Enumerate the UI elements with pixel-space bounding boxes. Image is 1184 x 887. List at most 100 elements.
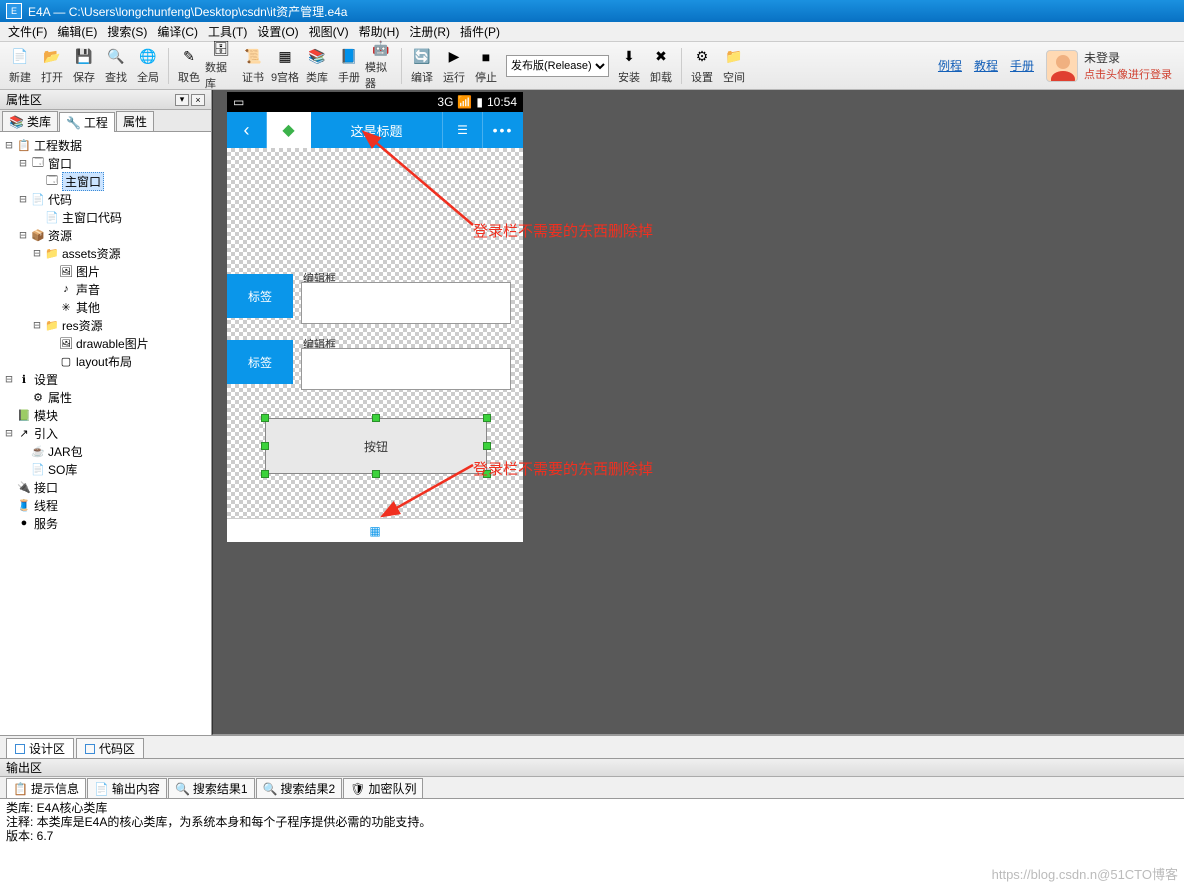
toolbar-打开[interactable]: 📂打开 (36, 44, 68, 88)
tree-node[interactable]: ⊟📄代码 (2, 190, 209, 208)
tab-icon: 🔍 (175, 782, 190, 796)
tree-node[interactable]: ▢layout布局 (2, 352, 209, 370)
menu-item[interactable]: 插件(P) (456, 21, 504, 42)
tree-node[interactable]: ⊟🗔窗口 (2, 154, 209, 172)
output-tab[interactable]: 🔍搜索结果2 (256, 778, 343, 798)
tree-node[interactable]: 🗔主窗口 (2, 172, 209, 190)
menu-item[interactable]: 文件(F) (4, 21, 51, 42)
menu-item[interactable]: 编译(C) (153, 21, 202, 42)
menu-item[interactable]: 工具(T) (204, 21, 251, 42)
nav-grid-icon[interactable]: ▦ (369, 524, 380, 538)
help-link[interactable]: 手册 (1010, 57, 1034, 74)
tree-icon: 🗔 (44, 174, 60, 188)
tree-node[interactable]: 🧵线程 (2, 496, 209, 514)
panel-tab-属性[interactable]: 属性 (116, 111, 154, 131)
toolbar-数据库[interactable]: 🗄数据库 (205, 44, 237, 88)
toolbar-查找[interactable]: 🔍查找 (100, 44, 132, 88)
tree-node[interactable]: 🔌接口 (2, 478, 209, 496)
tree-node[interactable]: ⊟📋工程数据 (2, 136, 209, 154)
toolbar-运行[interactable]: ▶运行 (438, 44, 470, 88)
toolbar-卸载[interactable]: ✖卸载 (645, 44, 677, 88)
tree-node[interactable]: 📄主窗口代码 (2, 208, 209, 226)
resize-handle[interactable] (372, 414, 380, 422)
tree-node[interactable]: ♪声音 (2, 280, 209, 298)
tree-node[interactable]: ☕JAR包 (2, 442, 209, 460)
panel-tab-类库[interactable]: 📚类库 (2, 111, 58, 131)
toolbar-模拟器[interactable]: 🤖模拟器 (365, 44, 397, 88)
view-tab-设计区[interactable]: 设计区 (6, 738, 74, 758)
resize-handle[interactable] (261, 470, 269, 478)
editbox-widget-1[interactable] (301, 282, 511, 324)
tree-node[interactable]: ⊟📁res资源 (2, 316, 209, 334)
tree-node[interactable]: 📗模块 (2, 406, 209, 424)
tree-node[interactable]: ✳其他 (2, 298, 209, 316)
output-body: 类库: E4A核心类库注释: 本类库是E4A的核心类库，为系统本身和每个子程序提… (0, 799, 1184, 865)
output-tab[interactable]: 🔍搜索结果1 (168, 778, 255, 798)
resize-handle[interactable] (261, 414, 269, 422)
toolbar-类库[interactable]: 📚类库 (301, 44, 333, 88)
release-select[interactable]: 发布版(Release) (506, 55, 609, 77)
label-widget-2[interactable]: 标签 (227, 340, 293, 384)
toolbar-停止[interactable]: ■停止 (470, 44, 502, 88)
annotation-2: 登录栏不需要的东西删除掉 (473, 458, 653, 479)
toolbar-保存[interactable]: 💾保存 (68, 44, 100, 88)
tree-icon: 📁 (44, 246, 60, 260)
left-panel-title: 属性区 (6, 91, 42, 108)
panel-close-icon[interactable]: × (191, 94, 205, 106)
tree-node[interactable]: 📄SO库 (2, 460, 209, 478)
tree-node[interactable]: 🖼drawable图片 (2, 334, 209, 352)
panel-tab-工程[interactable]: 🔧工程 (59, 112, 115, 132)
toolbar-安装[interactable]: ⬇安装 (613, 44, 645, 88)
toolbar-9宫格[interactable]: ▦9宫格 (269, 44, 301, 88)
designer-canvas[interactable]: ▭ 3G 📶 ▮ 10:54 ‹ ◆ 这是标题 ☰ ••• 标签 编辑框 标签 (212, 90, 1184, 735)
menu-item[interactable]: 帮助(H) (355, 21, 404, 42)
more-icon[interactable]: ••• (483, 112, 523, 148)
view-tab-代码区[interactable]: 代码区 (76, 738, 144, 758)
tab-icon (85, 744, 95, 754)
avatar[interactable] (1046, 50, 1078, 82)
output-tab[interactable]: 📄输出内容 (87, 778, 167, 798)
toolbar-新建[interactable]: 📄新建 (4, 44, 36, 88)
停止-icon: ■ (476, 47, 496, 67)
resize-handle[interactable] (261, 442, 269, 450)
project-tree[interactable]: ⊟📋工程数据⊟🗔窗口🗔主窗口⊟📄代码📄主窗口代码⊟📦资源⊟📁assets资源🖼图… (0, 132, 211, 735)
resize-handle[interactable] (483, 414, 491, 422)
panel-dropdown-icon[interactable]: ▾ (175, 94, 189, 106)
bottom-nav[interactable]: ▦ (227, 518, 523, 542)
menu-item[interactable]: 注册(R) (405, 21, 454, 42)
login-box[interactable]: 未登录 点击头像进行登录 (1046, 49, 1172, 82)
打开-icon: 📂 (42, 47, 62, 67)
toolbar-编译[interactable]: 🔄编译 (406, 44, 438, 88)
back-icon[interactable]: ‹ (227, 112, 267, 148)
menu-item[interactable]: 搜索(S) (103, 21, 151, 42)
tree-node[interactable]: ⊟📦资源 (2, 226, 209, 244)
tree-node[interactable]: ⚙属性 (2, 388, 209, 406)
output-tab[interactable]: 🛡加密队列 (343, 778, 423, 798)
output-tab[interactable]: 📋提示信息 (6, 778, 86, 798)
logo-icon[interactable]: ◆ (267, 112, 311, 148)
toolbar-全局[interactable]: 🌐全局 (132, 44, 164, 88)
editbox-widget-2[interactable] (301, 348, 511, 390)
toolbar-证书[interactable]: 📜证书 (237, 44, 269, 88)
label-widget-1[interactable]: 标签 (227, 274, 293, 318)
tree-node[interactable]: ⊟ℹ设置 (2, 370, 209, 388)
tree-node[interactable]: 🖼图片 (2, 262, 209, 280)
button-widget[interactable]: 按钮 (265, 418, 487, 474)
resize-handle[interactable] (483, 442, 491, 450)
resize-handle[interactable] (372, 470, 380, 478)
help-link[interactable]: 教程 (974, 57, 998, 74)
help-link[interactable]: 例程 (938, 57, 962, 74)
toolbar-手册[interactable]: 📘手册 (333, 44, 365, 88)
证书-icon: 📜 (243, 47, 263, 67)
tree-node[interactable]: ●服务 (2, 514, 209, 532)
login-hint: 点击头像进行登录 (1084, 66, 1172, 82)
tree-node[interactable]: ⊟↗引入 (2, 424, 209, 442)
toolbar-空间[interactable]: 📁空间 (718, 44, 750, 88)
list-icon[interactable]: ☰ (443, 112, 483, 148)
menu-item[interactable]: 编辑(E) (53, 21, 101, 42)
menu-item[interactable]: 视图(V) (305, 21, 353, 42)
tree-node[interactable]: ⊟📁assets资源 (2, 244, 209, 262)
toolbar-设置[interactable]: ⚙设置 (686, 44, 718, 88)
toolbar-取色[interactable]: ✎取色 (173, 44, 205, 88)
menu-item[interactable]: 设置(O) (253, 21, 302, 42)
